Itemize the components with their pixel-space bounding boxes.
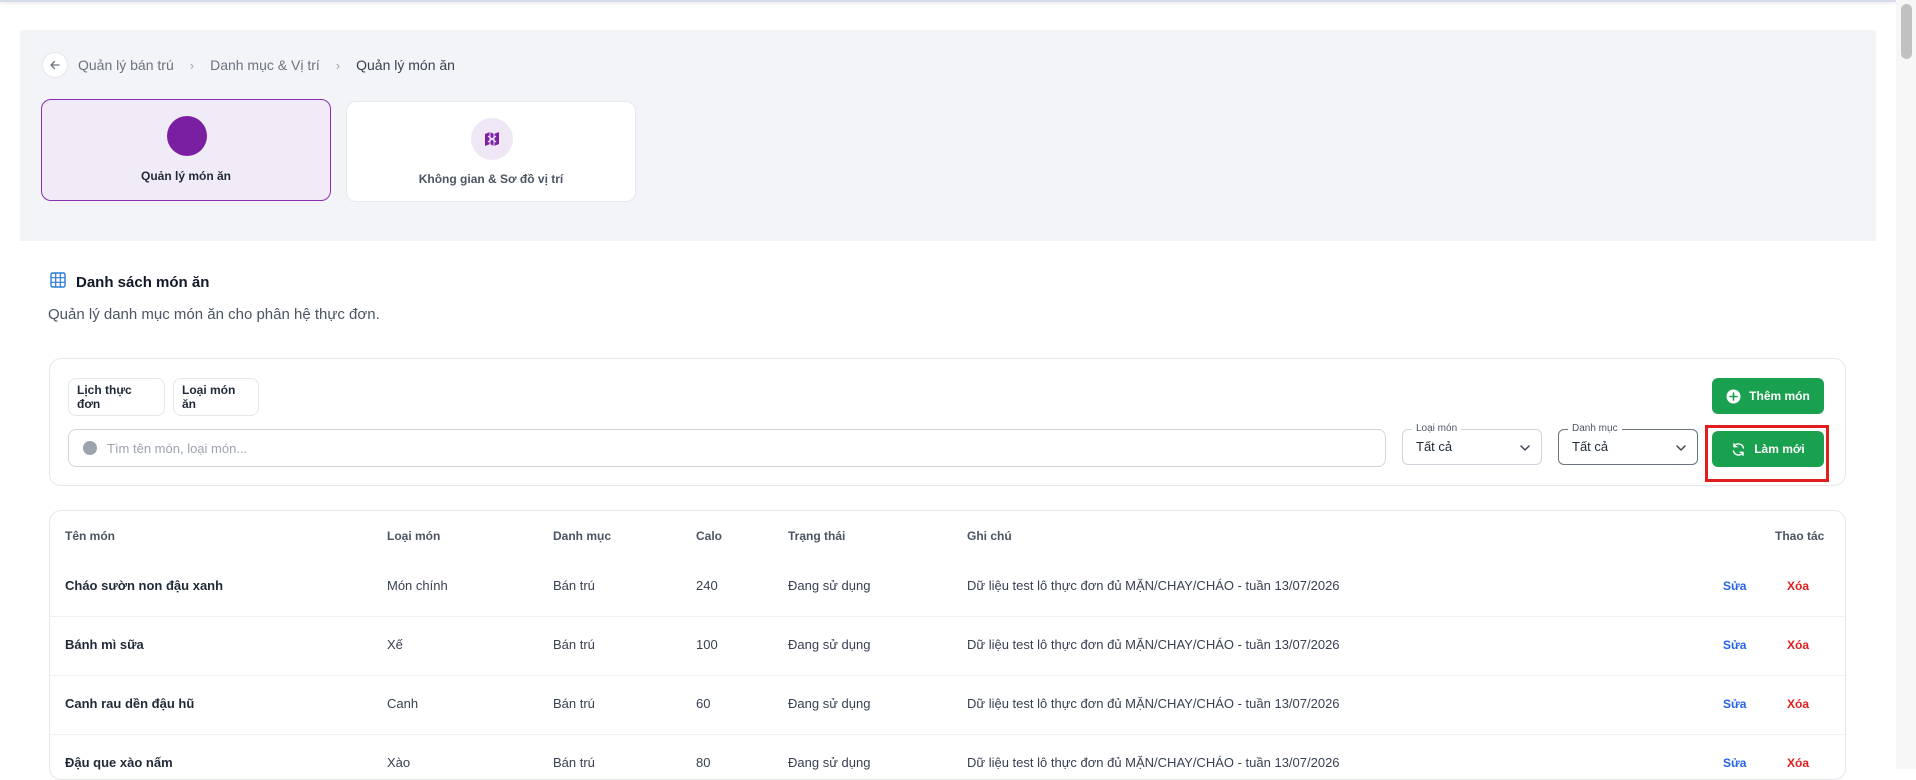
highlight-box bbox=[1705, 425, 1829, 482]
breadcrumb-item-category-location[interactable]: Danh mục & Vị trí bbox=[210, 57, 320, 73]
dish-table: Tên món Loại món Danh mục Calo Trạng thá… bbox=[49, 510, 1846, 780]
category-filter[interactable]: Danh mục Tất cả bbox=[1558, 423, 1698, 465]
cell-calo: 80 bbox=[696, 755, 711, 770]
breadcrumb: Quản lý bán trú › Danh mục & Vị trí › Qu… bbox=[42, 52, 455, 78]
cell-name: Canh rau dền đậu hũ bbox=[65, 696, 195, 711]
cell-note: Dữ liệu test lô thực đơn đủ MẶN/CHAY/CHÁ… bbox=[967, 578, 1340, 593]
section-subtitle: Quản lý danh mục món ăn cho phân hệ thực… bbox=[48, 306, 380, 323]
header-note[interactable]: Ghi chú bbox=[967, 529, 1012, 543]
cell-name: Đậu que xào nấm bbox=[65, 755, 173, 770]
delete-button[interactable]: Xóa bbox=[1787, 638, 1809, 652]
section-title-text: Danh sách món ăn bbox=[76, 273, 210, 291]
cell-calo: 240 bbox=[696, 578, 718, 593]
table-row[interactable]: Đậu que xào nấm Xào Bán trú 80 Đang sử d… bbox=[50, 735, 1845, 779]
cell-name: Cháo sườn non đậu xanh bbox=[65, 578, 224, 593]
top-border bbox=[0, 0, 1896, 2]
search-input[interactable] bbox=[107, 440, 1307, 456]
table-row[interactable]: Canh rau dền đậu hũ Canh Bán trú 60 Đang… bbox=[50, 676, 1845, 735]
cell-name: Bánh mì sữa bbox=[65, 637, 144, 652]
header-calo[interactable]: Calo bbox=[696, 529, 722, 543]
dish-type-button[interactable]: Loại món ăn bbox=[173, 378, 259, 416]
cell-category: Bán trú bbox=[553, 637, 595, 652]
cell-status: Đang sử dụng bbox=[788, 578, 871, 593]
cell-calo: 100 bbox=[696, 637, 718, 652]
header-name[interactable]: Tên món bbox=[65, 529, 115, 543]
edit-button[interactable]: Sửa bbox=[1723, 756, 1746, 770]
back-arrow-icon[interactable] bbox=[42, 52, 68, 78]
module-card-space-layout[interactable]: Không gian & Sơ đồ vị trí bbox=[346, 101, 636, 202]
module-label: Quản lý món ăn bbox=[140, 169, 231, 183]
section-title: Danh sách món ăn bbox=[50, 272, 209, 292]
chevron-down-icon bbox=[1519, 441, 1531, 459]
table-row[interactable]: Cháo sườn non đậu xanh Món chính Bán trú… bbox=[50, 558, 1845, 617]
plus-circle-icon bbox=[1726, 389, 1741, 404]
delete-button[interactable]: Xóa bbox=[1787, 579, 1809, 593]
filter-value: Tất cả bbox=[1416, 439, 1453, 454]
cell-category: Bán trú bbox=[553, 578, 595, 593]
delete-button[interactable]: Xóa bbox=[1787, 697, 1809, 711]
edit-button[interactable]: Sửa bbox=[1723, 697, 1746, 711]
toolbar: Lịch thực đơn Loại món ăn Thêm món Loại … bbox=[49, 358, 1846, 486]
cell-status: Đang sử dụng bbox=[788, 755, 871, 770]
module-header: Quản lý bán trú › Danh mục & Vị trí › Qu… bbox=[20, 30, 1876, 241]
header-category[interactable]: Danh mục bbox=[553, 529, 611, 543]
filter-legend: Danh mục bbox=[1568, 423, 1622, 435]
cell-note: Dữ liệu test lô thực đơn đủ MẶN/CHAY/CHÁ… bbox=[967, 637, 1340, 652]
cell-type: Món chính bbox=[387, 578, 448, 593]
search-icon bbox=[83, 441, 97, 455]
add-dish-button[interactable]: Thêm món bbox=[1712, 378, 1824, 414]
chevron-down-icon bbox=[1675, 441, 1687, 459]
delete-button[interactable]: Xóa bbox=[1787, 756, 1809, 770]
scrollbar-thumb[interactable] bbox=[1901, 4, 1912, 59]
dish-module-icon bbox=[167, 116, 207, 156]
cell-status: Đang sử dụng bbox=[788, 637, 871, 652]
chevron-right-icon: › bbox=[335, 57, 341, 73]
module-card-dish-management[interactable]: Quản lý món ăn bbox=[41, 99, 331, 201]
edit-button[interactable]: Sửa bbox=[1723, 579, 1746, 593]
add-dish-label: Thêm món bbox=[1749, 389, 1810, 403]
scrollbar[interactable] bbox=[1896, 0, 1916, 769]
filter-value: Tất cả bbox=[1572, 439, 1609, 454]
cell-type: Xào bbox=[387, 755, 411, 770]
header-actions: Thao tác bbox=[1775, 529, 1825, 543]
cell-note: Dữ liệu test lô thực đơn đủ MẶN/CHAY/CHÁ… bbox=[967, 696, 1340, 711]
header-status[interactable]: Trạng thái bbox=[788, 529, 845, 543]
breadcrumb-item-current: Quản lý món ăn bbox=[356, 57, 455, 73]
cell-category: Bán trú bbox=[553, 755, 595, 770]
module-label: Không gian & Sơ đồ vị trí bbox=[418, 172, 564, 186]
cell-calo: 60 bbox=[696, 696, 711, 711]
table-grid-icon bbox=[50, 272, 66, 292]
header-type[interactable]: Loại món bbox=[387, 529, 440, 543]
map-location-icon bbox=[471, 118, 513, 160]
cell-type: Xế bbox=[387, 637, 403, 652]
table-row[interactable]: Bánh mì sữa Xế Bán trú 100 Đang sử dụng … bbox=[50, 617, 1845, 676]
filter-legend: Loại món bbox=[1412, 423, 1462, 435]
cell-note: Dữ liệu test lô thực đơn đủ MẶN/CHAY/CHÁ… bbox=[967, 755, 1340, 770]
cell-status: Đang sử dụng bbox=[788, 696, 871, 711]
dish-type-filter[interactable]: Loại món Tất cả bbox=[1402, 423, 1542, 465]
search-field[interactable] bbox=[68, 429, 1386, 467]
cell-category: Bán trú bbox=[553, 696, 595, 711]
menu-schedule-button[interactable]: Lịch thực đơn bbox=[68, 378, 165, 416]
breadcrumb-item-boarding[interactable]: Quản lý bán trú bbox=[78, 57, 174, 73]
cell-type: Canh bbox=[387, 696, 419, 711]
chevron-right-icon: › bbox=[189, 57, 195, 73]
edit-button[interactable]: Sửa bbox=[1723, 638, 1746, 652]
